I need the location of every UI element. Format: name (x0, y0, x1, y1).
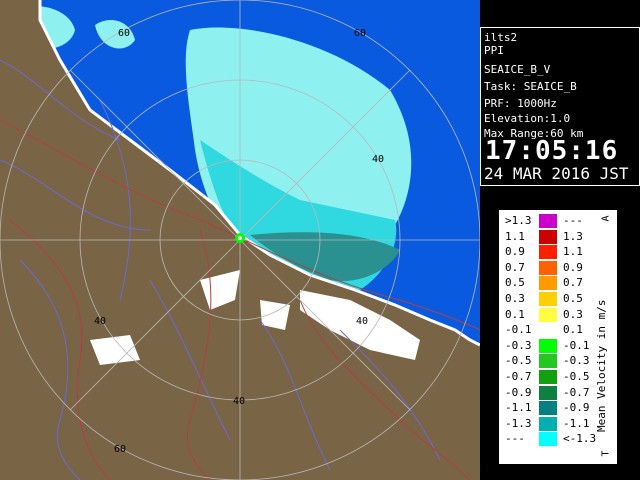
product-label: PPI (484, 44, 504, 57)
legend-upper-bound: 1.1 (563, 245, 583, 259)
date-display: 24 MAR 2016 JST (484, 164, 629, 183)
legend-lower-bound: 0.1 (505, 307, 525, 321)
legend-upper-bound: -1.1 (563, 416, 590, 430)
legend-upper-bound: --- (563, 214, 583, 227)
legend-swatch (539, 416, 557, 431)
legend-unit-label: Mean Velocity in m/s (595, 299, 608, 432)
legend-lower-bound: -1.3 (505, 416, 532, 430)
ring-label-40-ne: 40 (372, 154, 384, 165)
legend-upper-bound: -0.1 (563, 338, 590, 352)
legend-swatch (539, 229, 557, 244)
legend-upper-bound: 0.9 (563, 260, 583, 274)
legend-lower-bound: >1.3 (505, 214, 532, 227)
legend-swatch (539, 260, 557, 275)
legend-lower-bound: 1.1 (505, 229, 525, 243)
ring-label-60-nw: 60 (118, 28, 130, 39)
station-label: ilts2 (484, 31, 518, 44)
legend-swatch (539, 292, 557, 306)
legend-lower-bound: 0.9 (505, 245, 525, 259)
ring-label-60-sw: 60 (114, 444, 126, 455)
legend-swatch (539, 307, 557, 322)
legend-upper-bound: 1.3 (563, 229, 583, 243)
task-label: Task: SEAICE_B (484, 80, 577, 93)
legend-lower-bound: 0.3 (505, 292, 525, 305)
legend-lower-bound: -0.5 (505, 354, 532, 368)
legend-upper-bound: 0.5 (563, 292, 583, 305)
velocity-legend: A >1.3 --- 1.1 1.3 0.9 1.1 0.7 0.9 0.5 0.7 0.3 0.5 0… (498, 209, 618, 465)
legend-swatch (539, 276, 557, 291)
legend-lower-bound: -0.9 (505, 385, 532, 399)
legend-swatch (539, 323, 557, 338)
legend-lower-bound: -0.3 (505, 338, 532, 352)
ring-label-40-s: 40 (233, 396, 245, 407)
legend-upper-bound: 0.3 (563, 307, 583, 321)
ring-label-40-se: 40 (356, 316, 368, 327)
radar-ppi-map: 60 60 40 40 40 40 60 (0, 0, 480, 480)
legend-lower-bound: -0.1 (505, 323, 532, 337)
legend-upper-bound: -0.5 (563, 370, 590, 383)
legend-upper-bound: -0.9 (563, 401, 590, 415)
legend-upper-bound: 0.7 (563, 276, 583, 290)
legend-lower-bound: -0.7 (505, 370, 532, 383)
legend-swatch (539, 401, 557, 416)
legend-upper-bound: -0.3 (563, 354, 590, 368)
ring-label-40-w: 40 (94, 316, 106, 327)
legend-lower-bound: --- (505, 432, 525, 446)
legend-swatch (539, 245, 557, 260)
radar-site (235, 233, 245, 243)
legend-upper-bound: -0.7 (563, 385, 590, 399)
legend-lower-bound: 0.5 (505, 276, 525, 290)
legend-upper-bound: 0.1 (563, 323, 583, 337)
radar-info-panel: ilts2 PPI SEAICE_B_V Task: SEAICE_B PRF:… (480, 27, 640, 186)
legend-lower-bound: -1.1 (505, 401, 532, 415)
elevation-label: Elevation:1.0 (484, 112, 571, 125)
legend-swatch (539, 432, 557, 447)
legend-swatch (539, 385, 557, 400)
legend-corner-top: A (600, 215, 612, 222)
legend-corner-bottom: T (600, 450, 612, 457)
legend-swatch (539, 214, 557, 228)
legend-lower-bound: 0.7 (505, 260, 525, 274)
ring-label-60-ne: 60 (354, 28, 366, 39)
legend-swatch (539, 354, 557, 369)
prf-label: PRF: 1000Hz (484, 97, 557, 110)
legend-swatch (539, 370, 557, 384)
time-display: 17:05:16 (485, 136, 619, 166)
legend-swatch (539, 338, 557, 353)
mode-label: SEAICE_B_V (484, 63, 551, 76)
legend-upper-bound: <-1.3 (563, 432, 597, 446)
